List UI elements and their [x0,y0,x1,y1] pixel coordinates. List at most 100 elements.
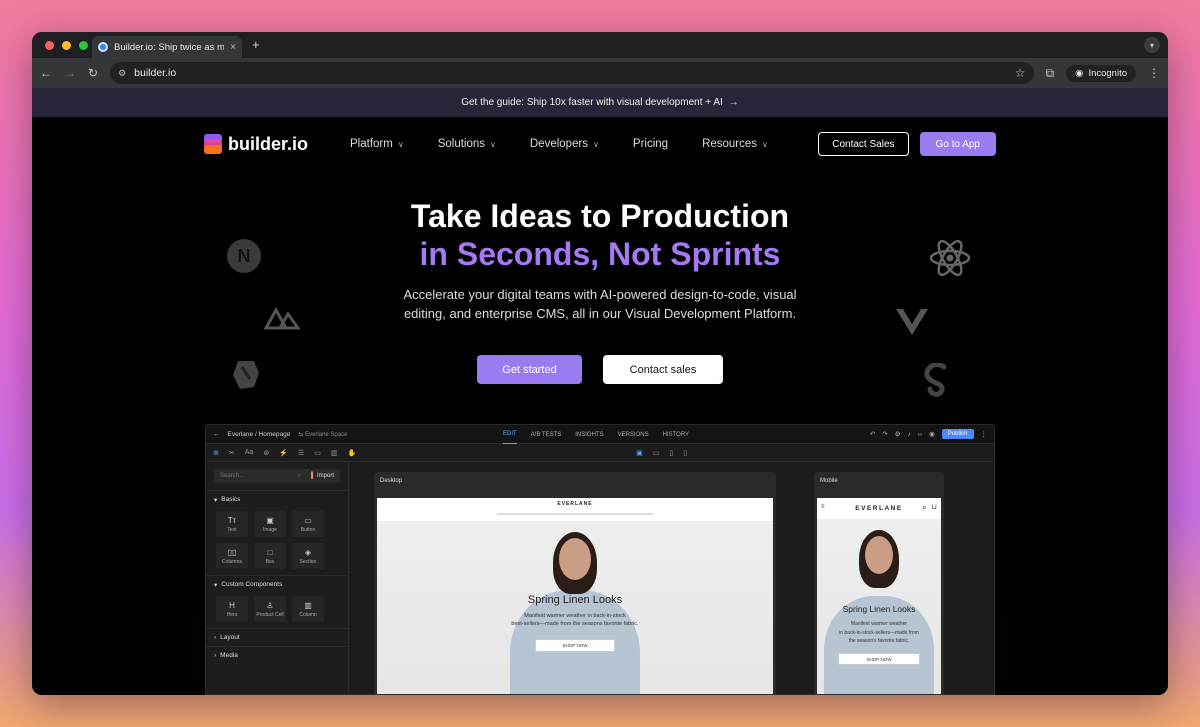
promo-banner[interactable]: Get the guide: Ship 10x faster with visu… [32,88,1168,117]
settings-icon[interactable]: ⚙ [895,430,901,438]
hero-subtitle: Accelerate your digital teams with AI-po… [32,285,1168,323]
brand-logo: EVERLANE [557,501,593,507]
redo-icon[interactable]: ↷ [882,430,887,438]
layers-icon[interactable]: ✂ [229,449,235,457]
mobile-shop-now-button[interactable]: SHOP NOW [838,653,920,665]
go-to-app-button[interactable]: Go to App [919,132,996,156]
nav-label: Developers [529,138,589,150]
desktop-view-icon[interactable]: ▭ [653,449,660,457]
component-label: Box [265,558,275,565]
mobile-page-preview[interactable]: ≡ EVERLANE ⌕ ⊔ Spring Linen Looks Manife… [817,498,941,694]
address-bar[interactable]: ⚙ builder.io ☆ [110,62,1034,84]
desktop-page-preview[interactable]: EVERLANE Spring Linen Looks Manifest war… [377,498,773,694]
arrow-right-icon: → [728,97,739,108]
component-label: Section [299,558,317,565]
nav-item-pricing[interactable]: Pricing [633,138,668,150]
forward-icon[interactable]: → [64,66,76,80]
browser-window: Builder.io: Ship twice as much × + ▾ ← →… [32,32,1168,695]
nuxt-icon [262,302,302,332]
back-arrow-icon[interactable]: ← [213,431,220,438]
component-box[interactable]: □ Box [254,543,286,569]
component-column[interactable]: ▥ Column [292,596,324,622]
layout-section-header[interactable]: › Layout [206,628,348,646]
search-icon[interactable]: ⌕ [922,502,927,513]
site-settings-icon[interactable]: ⚙ [118,68,126,79]
basics-section-header[interactable]: ▾ Basics [206,490,348,509]
desktop-hero-image: Spring Linen Looks Manifest warmer weath… [377,522,773,694]
shop-now-button[interactable]: SHOP NOW [535,639,615,652]
model-face [865,536,893,574]
component-product-cell[interactable]: ♙ Product Cell [254,596,286,622]
grid-icon[interactable]: ▥ [331,449,338,457]
nav-item-resources[interactable]: Resources ∨ [702,138,768,150]
contact-sales-button[interactable]: Contact Sales [818,132,909,156]
responsive-icon[interactable]: ▣ [636,449,643,457]
browser-tab[interactable]: Builder.io: Ship twice as much × [92,36,242,58]
tab-search-icon[interactable]: ▾ [1144,37,1160,53]
component-label: Text [227,526,237,533]
component-button[interactable]: ▭ Button [292,511,324,537]
chevron-down-icon: ∨ [593,139,599,149]
builder-logo[interactable]: builder.io [204,134,308,155]
chevron-down-icon: ∨ [397,139,404,149]
nav-item-developers[interactable]: Developers ∨ [530,138,599,150]
component-section[interactable]: ◈ Section [292,543,324,569]
tab-insights[interactable]: INSIGHTS [575,432,603,438]
bookmark-star-icon[interactable]: ☆ [1015,66,1026,80]
interactions-icon[interactable]: ⚡ [279,449,288,457]
incognito-badge[interactable]: ◉ Incognito [1066,64,1136,82]
tablet-view-icon[interactable]: ▯ [669,449,673,457]
custom-components-header[interactable]: ▾ Custom Components [206,575,348,594]
component-search-row: Search... ⌕ ▌ Import [214,469,340,483]
mobile-view-icon[interactable]: ▯ [683,449,687,457]
hand-icon[interactable]: ✋ [347,449,356,457]
undo-icon[interactable]: ↶ [870,430,875,438]
component-hero[interactable]: H Hero [216,596,248,622]
data-icon[interactable]: ⊛ [263,449,269,457]
component-image[interactable]: ▣ Image [254,511,286,537]
tab-ab-tests[interactable]: A/B TESTS [531,432,562,438]
eye-icon[interactable]: ◉ [929,430,935,438]
editor-toolbar: ⊕ ✂ Aa ⊛ ⚡ ☰ ▭ ▥ ✋ ▣ ▭ ▯ ▯ [206,444,994,462]
media-label: Media [220,652,238,659]
extensions-icon[interactable]: ⧉ [1046,66,1055,81]
get-started-button[interactable]: Get started [477,355,582,384]
component-search-input[interactable]: Search... [220,473,244,479]
bell-icon[interactable]: ♪ [908,431,911,438]
comment-icon[interactable]: ▭ [314,449,321,457]
back-icon[interactable]: ← [40,66,52,80]
space-selector[interactable]: ⇆ Everlane Space [298,431,347,438]
new-tab-button[interactable]: + [252,37,260,52]
nav-item-solutions[interactable]: Solutions ∨ [438,138,496,150]
tab-edit[interactable]: EDIT [503,425,517,444]
window-controls [45,41,88,50]
close-window-button[interactable] [45,41,54,50]
hero-title-line2: in Seconds, Not Sprints [419,236,781,272]
close-tab-icon[interactable]: × [230,42,236,53]
tab-title: Builder.io: Ship twice as much [114,41,225,53]
database-icon[interactable]: ☰ [298,449,304,457]
tab-bar: Builder.io: Ship twice as much × + ▾ [32,32,1168,58]
media-section-header[interactable]: › Media [206,646,348,664]
more-options-icon[interactable]: ⋮ [981,430,988,438]
browser-menu-icon[interactable]: ⋮ [1148,66,1160,80]
tab-history[interactable]: HISTORY [663,432,689,438]
hero-title-line1: Take Ideas to Production [410,198,790,234]
reload-icon[interactable]: ↻ [88,66,98,80]
minimize-window-button[interactable] [62,41,71,50]
tab-versions[interactable]: VERSIONS [618,432,649,438]
component-columns[interactable]: ▯▯ Columns [216,543,248,569]
nav-links: Platform ∨ Solutions ∨ Developers ∨ Pricing… [350,138,768,150]
contact-sales-hero-button[interactable]: Contact sales [603,355,723,384]
cart-icon[interactable]: ⊔ [932,503,937,511]
column-component-icon: ▥ [304,600,312,610]
component-text[interactable]: Tт Text [216,511,248,537]
publish-button[interactable]: Publish [941,429,974,439]
logo-text: builder.io [228,133,309,154]
nav-item-platform[interactable]: Platform ∨ [350,138,404,150]
code-icon[interactable]: ‹› [918,431,922,438]
style-icon[interactable]: Aa [245,449,254,456]
import-button[interactable]: ▌ Import [311,473,334,479]
maximize-window-button[interactable] [79,41,88,50]
insert-icon[interactable]: ⊕ [213,449,219,457]
